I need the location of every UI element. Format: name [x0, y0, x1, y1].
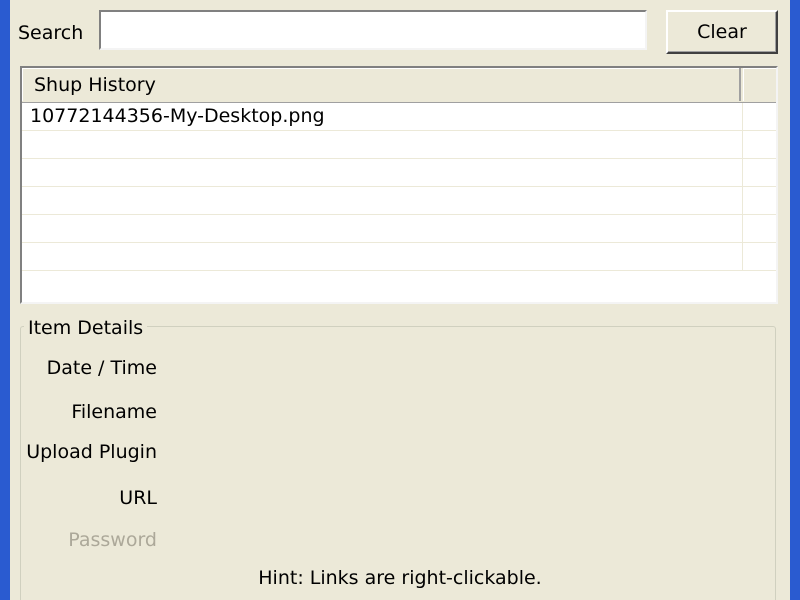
- column-header-filler: [743, 68, 776, 101]
- list-item[interactable]: [22, 187, 776, 215]
- list-item-label: [22, 159, 743, 186]
- history-rows: 10772144356-My-Desktop.png: [22, 103, 776, 271]
- list-item-label: [22, 131, 743, 158]
- list-item-label: [22, 215, 743, 242]
- search-label: Search: [18, 22, 84, 44]
- clear-button[interactable]: Clear: [666, 10, 778, 54]
- list-item[interactable]: [22, 243, 776, 271]
- url-label: URL: [119, 487, 157, 509]
- list-item[interactable]: 10772144356-My-Desktop.png: [22, 103, 776, 131]
- list-header: Shup History: [22, 68, 776, 103]
- item-details-title: Item Details: [24, 318, 148, 338]
- list-item[interactable]: [22, 131, 776, 159]
- window-client-area: Search Clear Shup History 10772144356-My…: [10, 0, 790, 600]
- list-item[interactable]: [22, 159, 776, 187]
- list-item-label: 10772144356-My-Desktop.png: [22, 103, 743, 130]
- list-item[interactable]: [22, 215, 776, 243]
- filename-label: Filename: [71, 401, 157, 423]
- password-label: Password: [68, 529, 157, 551]
- list-item-label: [22, 243, 743, 270]
- column-header-shup-history[interactable]: Shup History: [22, 68, 741, 101]
- history-list[interactable]: Shup History 10772144356-My-Desktop.png: [20, 66, 778, 304]
- list-item-label: [22, 187, 743, 214]
- upload-plugin-label: Upload Plugin: [26, 441, 157, 463]
- date-time-label: Date / Time: [46, 357, 157, 379]
- hint-text: Hint: Links are right-clickable.: [258, 567, 542, 589]
- search-input[interactable]: [99, 10, 647, 50]
